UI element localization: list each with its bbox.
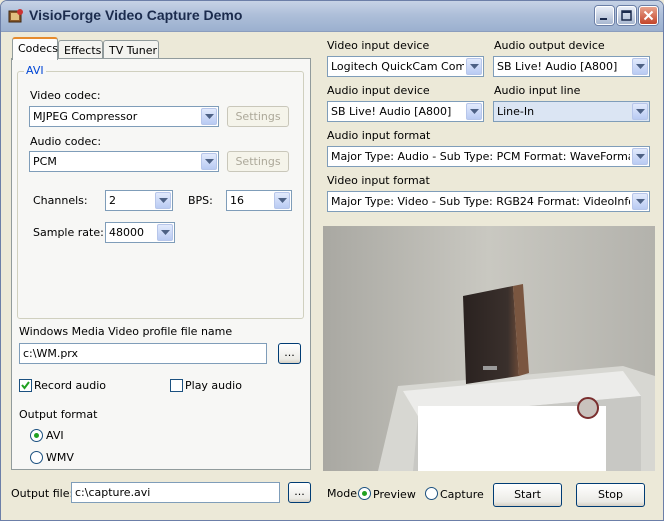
bps-value: 16	[230, 194, 244, 207]
chevron-down-icon[interactable]	[466, 103, 482, 120]
video-input-format-value: Major Type: Video - Sub Type: RGB24 Form…	[331, 195, 630, 208]
audio-input-format-value: Major Type: Audio - Sub Type: PCM Format…	[331, 150, 630, 163]
mode-preview-radio[interactable]	[358, 487, 371, 500]
video-input-format-label: Video input format	[327, 174, 430, 187]
audio-codec-settings-label: Settings	[235, 155, 281, 168]
start-button-label: Start	[514, 488, 541, 501]
mode-preview-label: Preview	[373, 488, 416, 501]
audio-input-line-select[interactable]: Line-In	[493, 101, 650, 122]
video-input-device-value: Logitech QuickCam Communi	[331, 60, 464, 73]
app-window: VisioForge Video Capture Demo Codecs Eff…	[0, 0, 664, 521]
maximize-button[interactable]	[617, 6, 636, 25]
video-input-format-select[interactable]: Major Type: Video - Sub Type: RGB24 Form…	[327, 191, 650, 212]
wmv-profile-field[interactable]	[20, 344, 266, 363]
audio-input-device-label: Audio input device	[327, 84, 430, 97]
channels-label: Channels:	[33, 194, 88, 207]
close-icon	[643, 10, 654, 21]
tab-tv-tuner[interactable]: TV Tuner	[103, 40, 159, 60]
chevron-down-icon[interactable]	[632, 103, 648, 120]
video-codec-label: Video codec:	[30, 89, 101, 102]
chevron-down-icon[interactable]	[201, 153, 217, 170]
app-icon	[8, 8, 24, 24]
channels-value: 2	[109, 194, 116, 207]
start-button[interactable]: Start	[493, 483, 562, 507]
tab-codecs[interactable]: Codecs	[12, 37, 58, 60]
audio-codec-select[interactable]: PCM	[29, 151, 219, 172]
radio-selected-dot	[362, 491, 367, 496]
tab-codecs-label: Codecs	[18, 42, 58, 55]
browse-label: ...	[284, 346, 295, 359]
video-codec-settings-button[interactable]: Settings	[227, 106, 289, 127]
bps-label: BPS:	[188, 194, 213, 207]
chevron-down-icon[interactable]	[466, 58, 482, 75]
audio-input-format-label: Audio input format	[327, 129, 431, 142]
audio-output-device-select[interactable]: SB Live! Audio [A800]	[493, 56, 650, 77]
codecs-tab-panel: AVI Video codec: MJPEG Compressor Settin…	[11, 58, 311, 470]
close-button[interactable]	[639, 6, 658, 25]
video-codec-value: MJPEG Compressor	[33, 110, 138, 123]
mode-capture-label: Capture	[440, 488, 484, 501]
format-avi-label: AVI	[46, 429, 64, 442]
video-preview	[323, 226, 655, 471]
format-wmv-label: WMV	[46, 451, 74, 464]
audio-input-line-label: Audio input line	[494, 84, 581, 97]
chevron-down-icon[interactable]	[157, 224, 173, 241]
sample-rate-select[interactable]: 48000	[105, 222, 175, 243]
chevron-down-icon[interactable]	[274, 192, 290, 209]
mode-label: Mode	[327, 487, 357, 500]
chevron-down-icon[interactable]	[632, 148, 648, 165]
minimize-button[interactable]	[595, 6, 614, 25]
output-format-label: Output format	[19, 408, 98, 421]
chevron-down-icon[interactable]	[632, 193, 648, 210]
audio-input-format-select[interactable]: Major Type: Audio - Sub Type: PCM Format…	[327, 146, 650, 167]
sample-rate-label: Sample rate:	[33, 226, 104, 239]
channels-select[interactable]: 2	[105, 190, 173, 211]
stop-button-label: Stop	[597, 488, 623, 501]
audio-codec-label: Audio codec:	[30, 135, 102, 148]
checkmark-icon	[21, 381, 30, 390]
output-file-input[interactable]	[71, 482, 280, 503]
record-audio-checkbox[interactable]	[19, 379, 32, 392]
format-wmv-radio[interactable]	[30, 451, 43, 464]
mode-capture-radio[interactable]	[425, 487, 438, 500]
video-input-device-label: Video input device	[327, 39, 430, 52]
stop-button[interactable]: Stop	[576, 483, 645, 507]
title-bar[interactable]: VisioForge Video Capture Demo	[1, 1, 663, 32]
chevron-down-icon[interactable]	[201, 108, 217, 125]
output-file-field[interactable]	[72, 483, 279, 502]
video-codec-select[interactable]: MJPEG Compressor	[29, 106, 219, 127]
audio-codec-settings-button[interactable]: Settings	[227, 151, 289, 172]
tab-effects[interactable]: Effects	[58, 40, 103, 60]
chevron-down-icon[interactable]	[155, 192, 171, 209]
audio-codec-value: PCM	[33, 155, 57, 168]
sample-rate-value: 48000	[109, 226, 144, 239]
record-audio-label: Record audio	[34, 379, 106, 392]
window-title: VisioForge Video Capture Demo	[29, 7, 243, 23]
tab-tv-tuner-label: TV Tuner	[109, 44, 158, 57]
camera-preview-image	[323, 226, 655, 471]
audio-input-device-value: SB Live! Audio [A800]	[331, 105, 452, 118]
radio-selected-dot	[34, 433, 39, 438]
output-file-label: Output file:	[11, 487, 74, 500]
output-file-browse-button[interactable]: ...	[288, 482, 311, 503]
browse-label: ...	[294, 485, 305, 498]
chevron-down-icon[interactable]	[632, 58, 648, 75]
audio-input-line-value: Line-In	[497, 105, 535, 118]
tab-effects-label: Effects	[64, 44, 102, 57]
play-audio-checkbox[interactable]	[170, 379, 183, 392]
video-codec-settings-label: Settings	[235, 110, 281, 123]
audio-output-device-label: Audio output device	[494, 39, 605, 52]
format-avi-radio[interactable]	[30, 429, 43, 442]
wmv-profile-input[interactable]	[19, 343, 267, 364]
minimize-icon	[600, 18, 607, 20]
audio-input-device-select[interactable]: SB Live! Audio [A800]	[327, 101, 484, 122]
wmv-profile-browse-button[interactable]: ...	[278, 343, 301, 364]
wmv-profile-label: Windows Media Video profile file name	[19, 325, 233, 338]
bps-select[interactable]: 16	[226, 190, 292, 211]
maximize-icon	[621, 10, 632, 21]
audio-output-device-value: SB Live! Audio [A800]	[497, 60, 618, 73]
video-input-device-select[interactable]: Logitech QuickCam Communi	[327, 56, 484, 77]
avi-group-label: AVI	[24, 64, 46, 77]
play-audio-label: Play audio	[185, 379, 242, 392]
